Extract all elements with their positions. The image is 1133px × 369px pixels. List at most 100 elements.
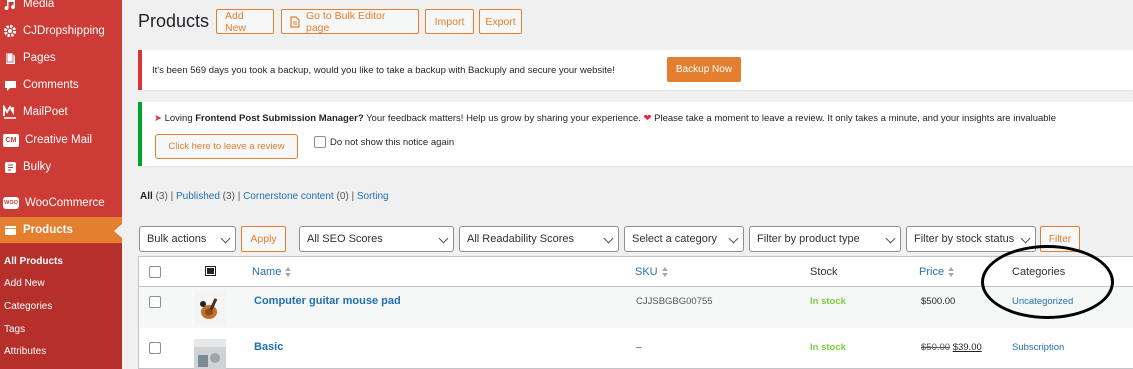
product-name-link[interactable]: Basic <box>254 341 283 353</box>
column-categories: Categories <box>1012 266 1066 278</box>
backup-notice-text: It's been 569 days you took a backup, wo… <box>152 65 615 76</box>
submenu-add-new[interactable]: Add New <box>4 278 45 289</box>
image-icon <box>205 266 216 279</box>
sort-icon <box>948 266 955 278</box>
sort-icon <box>285 266 292 278</box>
product-sku: – <box>636 342 642 353</box>
menu-item-bulky[interactable]: Bulky <box>0 154 122 180</box>
rocket-icon: ➤ <box>154 113 162 124</box>
comment-icon <box>3 78 17 92</box>
view-published[interactable]: Published <box>176 191 220 202</box>
dont-show-checkbox[interactable] <box>314 136 326 148</box>
apply-button[interactable]: Apply <box>241 226 286 252</box>
view-all[interactable]: All <box>140 191 153 202</box>
mailpoet-icon <box>3 105 17 119</box>
category-select[interactable]: Select a category <box>624 226 744 252</box>
readability-value: All Readability Scores <box>467 233 574 245</box>
column-name-label: Name <box>252 266 282 278</box>
column-sku-label: SKU <box>635 266 658 278</box>
chevron-down-icon <box>728 233 739 244</box>
bulk-actions-select[interactable]: Bulk actions <box>139 226 236 252</box>
column-stock: Stock <box>810 266 838 278</box>
product-thumbnail[interactable] <box>194 339 226 369</box>
view-cornerstone[interactable]: Cornerstone content <box>243 191 334 202</box>
media-icon <box>3 0 17 11</box>
menu-item-woocommerce[interactable]: WOO WooCommerce <box>0 190 122 216</box>
view-filters: All (3) | Published (3) | Cornerstone co… <box>140 191 389 202</box>
separator: | <box>170 191 174 202</box>
menu-label: Creative Mail <box>25 134 93 146</box>
submenu-categories[interactable]: Categories <box>4 301 52 312</box>
import-button[interactable]: Import <box>425 9 474 34</box>
view-published-count: (3) <box>222 191 235 202</box>
creative-mail-icon: CM <box>3 133 19 147</box>
separator: | <box>237 191 241 202</box>
stock-status-select[interactable]: Filter by stock status <box>906 226 1036 252</box>
product-category-link[interactable]: Uncategorized <box>1012 296 1073 307</box>
export-button[interactable]: Export <box>479 9 522 34</box>
chevron-down-icon <box>885 233 896 244</box>
menu-label: Pages <box>23 52 56 64</box>
filter-button[interactable]: Filter <box>1040 226 1080 252</box>
column-price-label: Price <box>919 266 945 278</box>
backup-now-button[interactable]: Backup Now <box>667 57 741 82</box>
product-name-link[interactable]: Computer guitar mouse pad <box>254 295 401 307</box>
menu-item-products[interactable]: Products <box>0 217 122 243</box>
product-price: $50.00 $39.00 <box>921 342 982 353</box>
column-name[interactable]: Name <box>252 266 292 278</box>
review-text-after: Please take a moment to leave a review. … <box>654 113 1056 124</box>
table-row: Basic – In stock $50.00 $39.00 Subscript… <box>139 328 1133 369</box>
product-sale-price: $39.00 <box>952 342 982 353</box>
bulky-icon <box>3 160 17 174</box>
page-title: Products <box>138 11 210 31</box>
column-price[interactable]: Price <box>919 266 955 278</box>
select-all-checkbox[interactable] <box>149 266 161 278</box>
view-sorting[interactable]: Sorting <box>357 191 389 202</box>
chevron-down-icon <box>220 233 231 244</box>
review-product-name: Frontend Post Submission Manager? <box>195 113 364 124</box>
menu-item-pages[interactable]: Pages <box>0 45 122 71</box>
category-value: Select a category <box>632 233 717 245</box>
readability-select[interactable]: All Readability Scores <box>459 226 619 252</box>
separator: | <box>351 191 355 202</box>
review-text-before: Loving <box>164 113 193 124</box>
product-type-select[interactable]: Filter by product type <box>749 226 901 252</box>
column-sku[interactable]: SKU <box>635 266 669 278</box>
menu-label: Bulky <box>23 161 52 173</box>
gear-icon <box>3 24 17 38</box>
products-table: Name SKU Stock Price Categories Computer… <box>138 256 1133 369</box>
bulk-editor-button[interactable]: Go to Bulk Editor page <box>281 9 419 34</box>
woo-badge-text: WOO <box>4 200 18 206</box>
heart-icon: ❤ <box>643 113 652 124</box>
submenu-attributes[interactable]: Attributes <box>4 346 46 357</box>
menu-item-cjdropshipping[interactable]: CJDropshipping <box>0 18 122 44</box>
submenu-all-products[interactable]: All Products <box>4 256 63 267</box>
page-icon <box>3 51 17 65</box>
table-header: Name SKU Stock Price Categories <box>139 257 1133 287</box>
table-row: Computer guitar mouse pad CJJSBGBG00755 … <box>139 287 1133 328</box>
submenu-tags[interactable]: Tags <box>4 324 25 335</box>
leave-review-button[interactable]: Click here to leave a review <box>155 134 298 159</box>
product-category-link[interactable]: Subscription <box>1012 342 1064 353</box>
chevron-down-icon <box>438 233 449 244</box>
product-thumbnail[interactable] <box>194 292 226 324</box>
admin-sidebar: Media CJDropshipping Pages Comments Mail… <box>0 0 122 369</box>
menu-item-creative-mail[interactable]: CM Creative Mail <box>0 127 122 153</box>
menu-label: Media <box>23 0 55 10</box>
seo-score-select[interactable]: All SEO Scores <box>299 226 454 252</box>
menu-item-mailpoet[interactable]: MailPoet <box>0 99 122 125</box>
add-new-button[interactable]: Add New <box>216 9 274 34</box>
menu-item-media[interactable]: Media <box>0 0 122 17</box>
menu-item-comments[interactable]: Comments <box>0 72 122 98</box>
document-icon <box>290 15 300 28</box>
review-text-mid: Your feedback matters! Help us grow by s… <box>366 113 641 124</box>
row-checkbox[interactable] <box>149 342 161 354</box>
dont-show-label: Do not show this notice again <box>330 137 455 148</box>
product-old-price: $50.00 <box>921 342 951 353</box>
bulk-actions-value: Bulk actions <box>147 233 207 245</box>
row-checkbox[interactable] <box>149 296 161 308</box>
products-icon <box>3 223 17 237</box>
view-cornerstone-count: (0) <box>336 191 349 202</box>
menu-label: Products <box>23 224 73 236</box>
product-price: $500.00 <box>921 296 956 307</box>
